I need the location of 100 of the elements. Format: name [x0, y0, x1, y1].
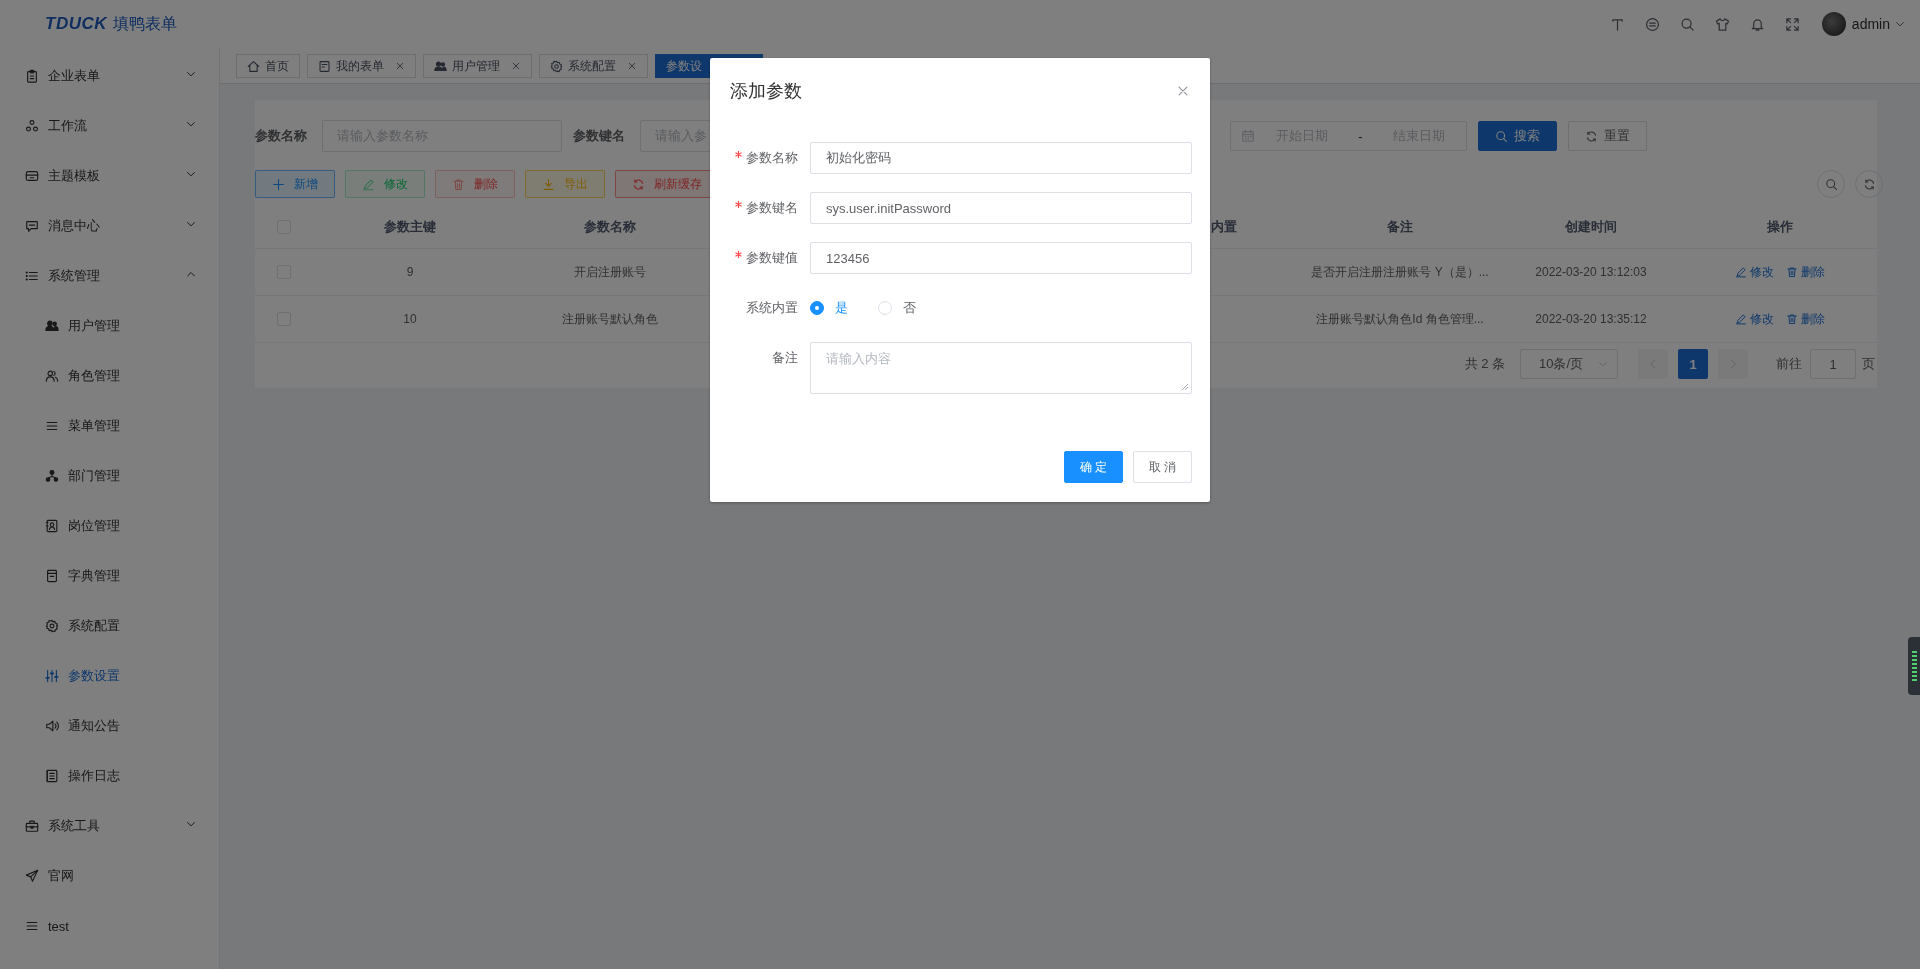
user-name[interactable]: admin — [1851, 16, 1890, 32]
menu-icon — [45, 419, 59, 433]
tab[interactable]: 用户管理 — [423, 54, 532, 78]
search-icon — [1824, 177, 1838, 191]
delete-link[interactable]: 删除 — [1785, 263, 1825, 281]
tab[interactable]: 系统配置 — [539, 54, 648, 78]
users-icon — [45, 319, 59, 333]
search-icon — [1679, 16, 1695, 32]
form-label: 系统内置 — [745, 299, 799, 317]
submenu-item[interactable]: 字典管理 — [0, 551, 219, 601]
menu-item[interactable]: 主题模板 — [0, 151, 219, 201]
text-size-icon — [1609, 16, 1625, 32]
table-cell-text: 注册账号默认角色 — [561, 310, 659, 328]
floating-widget[interactable] — [1908, 637, 1920, 695]
circle-lines-icon — [1644, 16, 1660, 32]
logo-wordmark[interactable]: TDUCK — [45, 14, 107, 34]
close-icon — [1176, 84, 1190, 98]
submenu-item[interactable]: 参数设置 — [0, 651, 219, 701]
users-icon — [45, 369, 59, 383]
dialog-title: 添加参数 — [730, 80, 802, 103]
pencil-icon — [1734, 266, 1747, 278]
tab[interactable]: 我的表单 — [307, 54, 416, 78]
edit-link[interactable]: 修改 — [1734, 263, 1774, 281]
table-cell-text: 开启注册账号 — [573, 263, 647, 281]
nodes-icon — [25, 119, 39, 133]
close-button[interactable] — [1176, 84, 1190, 98]
remark-field[interactable]: 请输入内容 — [810, 342, 1192, 394]
page-number[interactable]: 1 — [1678, 349, 1708, 379]
trash-icon — [1785, 266, 1798, 278]
chat-icon — [25, 219, 39, 233]
edit-link[interactable]: 修改 — [1734, 310, 1774, 328]
page-size-select[interactable]: 10条/页 — [1520, 349, 1618, 379]
column-header: 创建时间 — [1564, 217, 1618, 236]
table-cell-text: 是否开启注册注册账号 Y（是）... — [1310, 263, 1490, 281]
column-header: 参数名称 — [583, 217, 637, 236]
reset-button[interactable]: 重置 — [1568, 121, 1647, 151]
required-asterisk-icon — [735, 251, 742, 258]
form-icon — [318, 59, 331, 73]
avatar[interactable] — [1821, 12, 1846, 36]
tab[interactable]: 首页 — [236, 54, 300, 78]
bell-icon — [1749, 16, 1765, 32]
table-cell-text: 10 — [402, 312, 418, 326]
form-label: 参数键值 — [710, 242, 810, 274]
column-header: 参数主键 — [383, 217, 437, 236]
table-cell-text: 2022-03-20 13:12:03 — [1534, 265, 1648, 279]
list-icon — [25, 269, 39, 283]
box-icon — [25, 169, 39, 183]
text-field[interactable]: 初始化密码 — [810, 142, 1192, 174]
submenu-item[interactable]: 菜单管理 — [0, 401, 219, 451]
org-chart-icon — [45, 469, 59, 483]
search-button[interactable]: 搜索 — [1478, 121, 1557, 151]
sliders-icon — [45, 669, 59, 683]
menu-item[interactable]: 官网 — [0, 851, 219, 901]
shirt-icon — [1714, 16, 1730, 32]
submenu-item[interactable]: 通知公告 — [0, 701, 219, 751]
submenu-item[interactable]: 角色管理 — [0, 351, 219, 401]
required-asterisk-icon — [735, 151, 742, 158]
plus-icon — [272, 177, 285, 191]
fullscreen-icon — [1784, 16, 1800, 32]
submenu-item[interactable]: 用户管理 — [0, 301, 219, 351]
page-suffix: 页 — [1862, 355, 1875, 373]
logo-text[interactable]: 填鸭表单 — [113, 13, 177, 35]
form-label: 备注 — [771, 349, 799, 367]
menu-item[interactable]: 消息中心 — [0, 201, 219, 251]
required-asterisk-icon — [735, 201, 742, 208]
page-input[interactable]: 1 — [1810, 349, 1856, 379]
submenu-item[interactable]: 系统配置 — [0, 601, 219, 651]
book-icon — [45, 569, 59, 583]
id-card-icon — [45, 519, 59, 533]
menu-item[interactable]: 系统工具 — [0, 801, 219, 851]
menu-item[interactable]: 工作流 — [0, 101, 219, 151]
paper-plane-icon — [25, 869, 39, 883]
submenu-item[interactable]: 部门管理 — [0, 451, 219, 501]
pencil-icon — [1734, 313, 1747, 325]
table-cell-text: 9 — [405, 265, 415, 279]
refresh-icon — [1862, 177, 1876, 191]
clipboard-icon — [25, 69, 39, 83]
settings-icon — [550, 59, 563, 73]
calendar-icon — [1241, 129, 1255, 143]
settings-icon — [45, 619, 59, 633]
confirm-button[interactable]: 确 定 — [1064, 451, 1123, 483]
text-field[interactable]: 123456 — [810, 242, 1192, 274]
menu-icon — [25, 919, 39, 933]
radio-option[interactable]: 是 — [810, 299, 848, 317]
column-header: 备注 — [1386, 217, 1414, 236]
menu-item[interactable]: test — [0, 901, 219, 951]
radio-option[interactable]: 否 — [878, 299, 916, 317]
field-label: 参数名称 — [255, 127, 308, 145]
home-icon — [247, 59, 260, 73]
download-icon — [542, 177, 555, 191]
column-header: 内置 — [1211, 217, 1238, 236]
menu-item[interactable]: 企业表单 — [0, 51, 219, 101]
resize-handle-icon[interactable] — [1181, 383, 1189, 391]
text-field[interactable]: sys.user.initPassword — [810, 192, 1192, 224]
cancel-button[interactable]: 取 消 — [1133, 451, 1192, 483]
delete-link[interactable]: 删除 — [1785, 310, 1825, 328]
submenu-item[interactable]: 操作日志 — [0, 751, 219, 801]
submenu-item[interactable]: 岗位管理 — [0, 501, 219, 551]
total-count: 共 2 条 — [1464, 355, 1505, 373]
menu-item[interactable]: 系统管理 — [0, 251, 219, 301]
